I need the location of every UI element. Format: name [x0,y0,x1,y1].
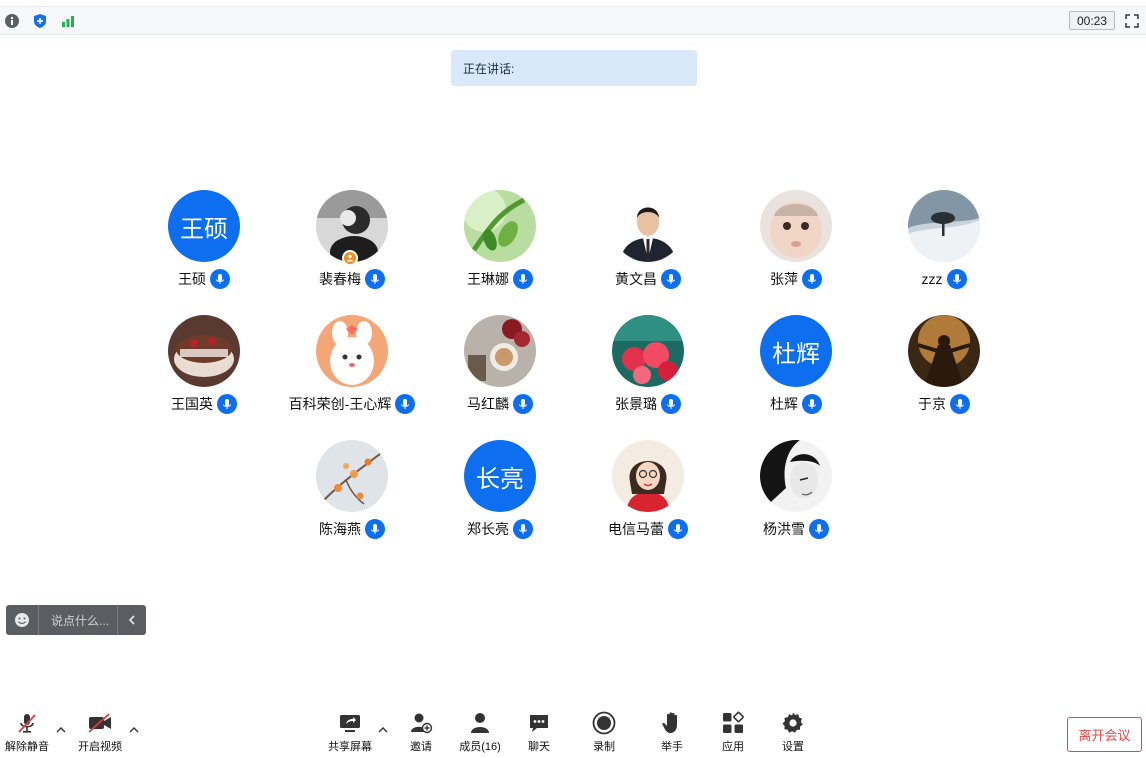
participant-name: 王琳娜 [467,271,509,287]
apps-icon [720,710,746,736]
avatar: 王硕 [168,190,240,262]
participant-name: 郑长亮 [467,521,509,537]
avatar [908,190,980,262]
mic-icon [513,519,533,539]
video-off-icon [87,710,113,736]
participant-tile[interactable]: 黄文昌 [574,190,722,300]
mic-muted-icon [14,710,40,736]
avatar [464,315,536,387]
record-icon [591,710,617,736]
participant-tile[interactable]: 王国英 [130,315,278,425]
avatar: 长亮 [464,440,536,512]
settings-button[interactable]: 设置 [774,710,812,756]
chevron-up-icon[interactable] [128,724,140,736]
chevron-up-icon[interactable] [377,724,389,736]
avatar [168,315,240,387]
participant-name: 于京 [918,396,946,412]
participant-name: 杜辉 [770,396,798,412]
chat-button[interactable]: 聊天 [520,710,558,756]
members-button[interactable]: 成员(16) [455,710,505,756]
host-badge-icon [342,250,358,266]
avatar [760,440,832,512]
chat-icon [526,710,552,736]
mic-icon [661,269,681,289]
mic-icon [661,394,681,414]
avatar [612,440,684,512]
participant-name: 马红麟 [467,396,509,412]
participant-name: zzz [921,271,943,287]
participant-name: 陈海燕 [319,521,361,537]
participant-name: 王硕 [178,271,206,287]
participant-tile[interactable]: 张萍 [722,190,870,300]
emoji-icon[interactable] [6,605,39,635]
mic-icon [802,269,822,289]
mic-icon [210,269,230,289]
mic-icon [946,269,967,289]
participant-tile[interactable]: 长亮 郑长亮 [426,440,574,550]
participant-tile[interactable]: 百科荣创-王心辉 [278,315,426,425]
participant-tile[interactable]: 裴春梅 [278,190,426,300]
participant-tile[interactable]: zzz [870,190,1018,300]
mic-icon [365,269,385,289]
raise-hand-button[interactable]: 举手 [653,710,691,756]
share-screen-icon [337,710,363,736]
unmute-button[interactable]: 解除静音 [4,710,50,756]
avatar [612,190,684,262]
mic-icon [395,394,416,414]
participant-name: 张景璐 [615,396,657,412]
participant-name: 杨洪雪 [763,521,805,537]
participant-tile[interactable]: 王硕 王硕 [130,190,278,300]
chevron-left-icon[interactable] [117,605,146,635]
add-user-icon [408,710,434,736]
participant-tile[interactable]: 电信马蕾 [574,440,722,550]
mic-icon [513,394,533,414]
avatar: 杜辉 [760,315,832,387]
participant-tile[interactable]: 王琳娜 [426,190,574,300]
avatar [908,315,980,387]
avatar [612,315,684,387]
chat-input-bar[interactable]: 说点什么... [6,605,146,635]
mic-icon [365,519,385,539]
participant-grid: 王硕 王硕 裴春梅 王琳娜 黄文昌 张萍 zzz 王国英 百科荣创-王心辉 马红… [0,0,1146,600]
record-button[interactable]: 录制 [585,710,623,756]
participant-tile[interactable]: 杨洪雪 [722,440,870,550]
chevron-up-icon[interactable] [55,724,67,736]
mic-icon [217,394,237,414]
participant-name: 张萍 [770,271,798,287]
participant-name: 裴春梅 [319,271,361,287]
mic-icon [950,394,970,414]
mic-icon [809,519,829,539]
avatar [464,190,536,262]
leave-meeting-button[interactable]: 离开会议 [1067,717,1142,752]
participant-tile[interactable]: 杜辉 杜辉 [722,315,870,425]
chat-input[interactable]: 说点什么... [39,612,117,629]
share-screen-button[interactable]: 共享屏幕 [326,710,374,756]
mic-icon [802,394,822,414]
avatar [316,315,388,387]
participant-name: 王国英 [171,396,213,412]
start-video-button[interactable]: 开启视频 [76,710,124,756]
hand-icon [659,710,685,736]
participant-name: 百科荣创-王心辉 [288,396,392,412]
members-icon [467,710,493,736]
bottom-toolbar: 解除静音 开启视频 共享屏幕 邀请 成员(16) 聊天 录制 举手 应用 设置 [0,700,1146,758]
participant-tile[interactable]: 马红麟 [426,315,574,425]
participant-tile[interactable]: 于京 [870,315,1018,425]
participant-name: 黄文昌 [615,271,657,287]
avatar [316,440,388,512]
apps-button[interactable]: 应用 [714,710,752,756]
invite-button[interactable]: 邀请 [402,710,440,756]
participant-tile[interactable]: 陈海燕 [278,440,426,550]
avatar [760,190,832,262]
participant-tile[interactable]: 张景璐 [574,315,722,425]
gear-icon [780,710,806,736]
mic-icon [668,519,688,539]
mic-icon [513,269,533,289]
participant-name: 电信马蕾 [608,521,664,537]
